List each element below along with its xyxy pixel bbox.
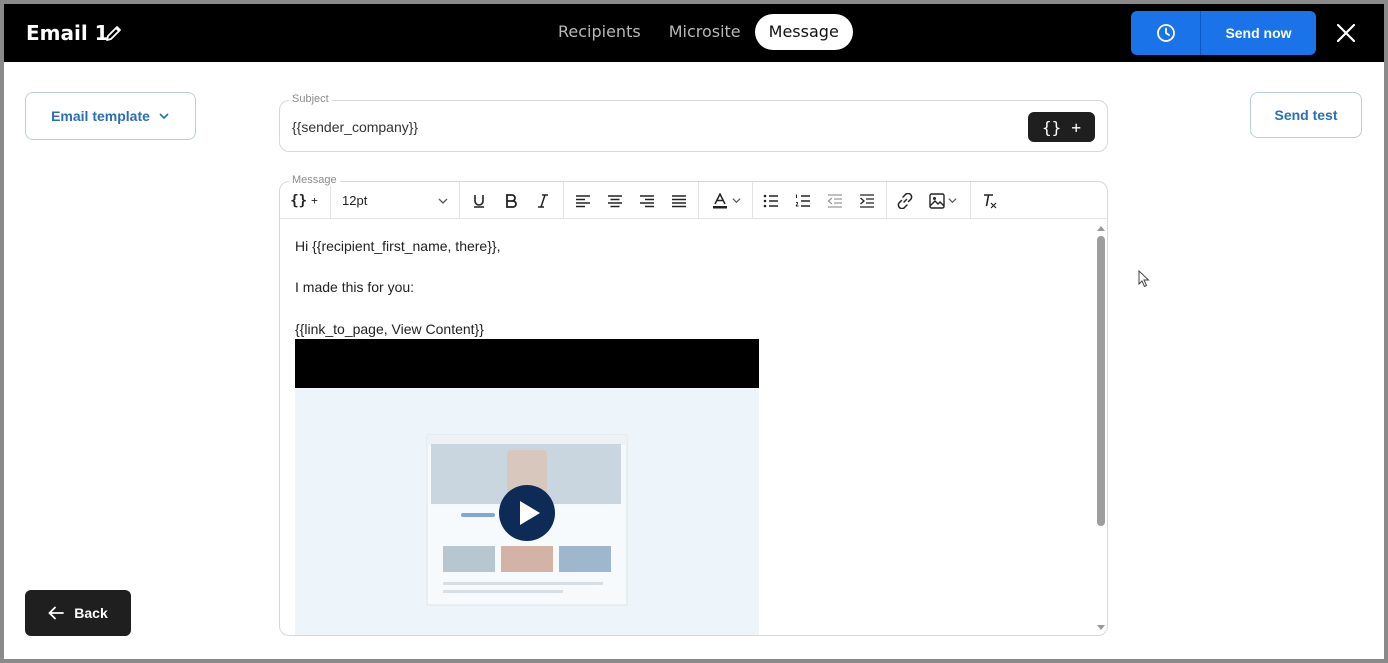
back-label: Back: [74, 605, 108, 621]
link-icon[interactable]: [892, 182, 918, 219]
close-icon[interactable]: [1334, 21, 1358, 45]
arrow-left-icon: [48, 606, 65, 620]
text-color-icon: [712, 192, 727, 208]
video-thumbnail[interactable]: [295, 339, 759, 635]
mouse-cursor-icon: [1138, 270, 1150, 288]
message-editor: {} + 12pt Hi {{recipient_first_name, the…: [279, 181, 1108, 636]
clear-formatting-icon[interactable]: [977, 182, 1003, 219]
align-justify-icon[interactable]: [666, 182, 692, 219]
toolbar-divider: [886, 182, 887, 219]
numbered-list-icon[interactable]: [790, 182, 816, 219]
subject-label: Subject: [289, 93, 332, 105]
insert-variable-button[interactable]: {} +: [286, 182, 322, 219]
editor-toolbar: {} + 12pt: [280, 182, 1107, 219]
toolbar-divider: [330, 182, 331, 219]
tab-microsite[interactable]: Microsite: [655, 14, 755, 50]
email-title: Email 1: [26, 21, 109, 45]
email-template-label: Email template: [51, 108, 150, 124]
plus-icon: +: [1071, 117, 1081, 137]
toolbar-divider: [752, 182, 753, 219]
italic-icon[interactable]: [530, 182, 556, 219]
chevron-down-icon: [731, 198, 741, 204]
video-thumbnail-header: [295, 339, 759, 388]
bullet-list-icon[interactable]: [758, 182, 784, 219]
schedule-button[interactable]: [1131, 11, 1201, 55]
align-right-icon[interactable]: [634, 182, 660, 219]
toolbar-divider: [698, 182, 699, 219]
back-button[interactable]: Back: [25, 590, 131, 636]
message-label: Message: [289, 174, 340, 186]
variable-braces-icon: {}: [1042, 117, 1062, 137]
subject-value[interactable]: {{sender_company}}: [292, 119, 418, 135]
email-template-dropdown[interactable]: Email template: [25, 92, 196, 140]
subject-insert-variable-button[interactable]: {} +: [1028, 112, 1095, 142]
email-editor-window: Email 1 Recipients Microsite Message Sen…: [4, 4, 1384, 659]
message-line[interactable]: Hi {{recipient_first_name, there}},: [295, 238, 500, 254]
scroll-thumb[interactable]: [1097, 236, 1105, 526]
message-body[interactable]: Hi {{recipient_first_name, there}}, I ma…: [280, 219, 1092, 635]
indent-icon[interactable]: [854, 182, 880, 219]
message-line[interactable]: {{link_to_page, View Content}}: [295, 321, 484, 337]
chevron-down-icon: [948, 198, 957, 204]
top-bar: Email 1 Recipients Microsite Message Sen…: [4, 4, 1384, 62]
edit-pencil-icon[interactable]: [104, 23, 124, 43]
plus-icon: +: [311, 194, 318, 207]
editor-scrollbar[interactable]: [1094, 219, 1108, 635]
send-test-button[interactable]: Send test: [1250, 92, 1362, 138]
underline-icon[interactable]: [466, 182, 492, 219]
font-size-value: 12pt: [342, 193, 368, 208]
insert-image-button[interactable]: [924, 182, 962, 219]
chevron-down-icon: [438, 198, 448, 204]
align-center-icon[interactable]: [602, 182, 628, 219]
message-line[interactable]: I made this for you:: [295, 279, 414, 295]
step-tabs: Recipients Microsite Message: [544, 14, 853, 50]
subject-field[interactable]: {{sender_company}} {} +: [279, 100, 1108, 152]
bold-icon[interactable]: [498, 182, 524, 219]
send-button-group: Send now: [1131, 11, 1316, 55]
outdent-icon[interactable]: [822, 182, 848, 219]
image-icon: [929, 192, 945, 209]
play-icon[interactable]: [498, 484, 556, 542]
tab-message[interactable]: Message: [754, 14, 853, 50]
variable-braces-icon: {}: [290, 192, 308, 209]
scroll-up-icon[interactable]: [1094, 223, 1108, 233]
align-left-icon[interactable]: [570, 182, 596, 219]
toolbar-divider: [459, 182, 460, 219]
clock-icon: [1156, 24, 1175, 42]
scroll-down-icon[interactable]: [1094, 623, 1108, 633]
toolbar-divider: [563, 182, 564, 219]
font-size-select[interactable]: 12pt: [332, 182, 458, 219]
toolbar-divider: [970, 182, 971, 219]
tab-recipients[interactable]: Recipients: [544, 14, 655, 50]
send-now-button[interactable]: Send now: [1201, 11, 1316, 55]
chevron-down-icon: [159, 113, 169, 120]
text-color-button[interactable]: [704, 182, 748, 219]
